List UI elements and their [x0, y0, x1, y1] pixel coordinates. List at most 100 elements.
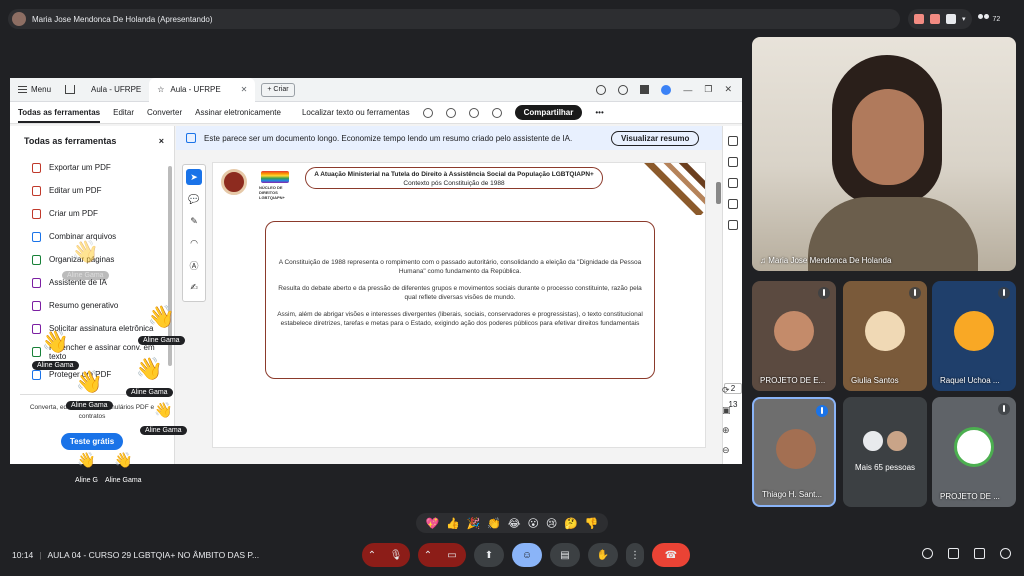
chevron-down-icon[interactable]: ▾	[962, 15, 966, 23]
reactions-button[interactable]: ☺	[512, 543, 542, 567]
thumbs-up-reaction[interactable]: 👍	[446, 517, 460, 530]
screen-share-icon[interactable]	[946, 14, 956, 24]
tool-edit-pdf[interactable]: Editar um PDF	[10, 179, 174, 202]
clap-reaction[interactable]: 👏	[487, 517, 501, 530]
view-summary-button[interactable]: Visualizar resumo	[611, 130, 700, 146]
camera-off-button[interactable]: ▭	[438, 543, 466, 567]
tab-convert[interactable]: Converter	[147, 108, 182, 117]
audio-icon[interactable]	[445, 107, 456, 118]
zoom-in-icon[interactable]: ⊕	[722, 425, 731, 436]
search-icon[interactable]	[422, 107, 433, 118]
bell-icon[interactable]	[618, 84, 629, 95]
close-tab-icon[interactable]: ✕	[241, 85, 248, 94]
link-icon[interactable]	[491, 107, 502, 118]
stamp-icon[interactable]: ✍	[186, 279, 202, 295]
copy-icon[interactable]	[727, 199, 738, 209]
speaking-icon	[816, 405, 828, 417]
browser-tab-active[interactable]: ☆ Aula - UFRPE ✕	[149, 78, 256, 102]
heart-reaction[interactable]: 💖	[425, 517, 439, 530]
activities-icon[interactable]	[974, 548, 985, 559]
close-window-icon[interactable]: ✕	[724, 84, 732, 95]
comments-panel-icon[interactable]	[727, 136, 738, 146]
share-button[interactable]: Compartilhar	[514, 105, 583, 120]
participant-tile[interactable]: Raquel Uchoa ...	[932, 281, 1016, 391]
ai-summary-banner: Este parece ser um documento longo. Econ…	[176, 126, 742, 150]
info-icon[interactable]	[922, 548, 933, 559]
zoom-out-icon[interactable]: ⊖	[722, 445, 731, 456]
cursor-icon[interactable]: ➤	[186, 169, 202, 185]
presentation-controls[interactable]: ▾	[908, 9, 972, 29]
browser-menu[interactable]: Menu	[10, 85, 59, 94]
participant-tile-speaking[interactable]: Thiago H. Sant...	[752, 397, 836, 507]
participant-count[interactable]: 72	[977, 14, 1000, 24]
tool-export-pdf[interactable]: Exportar um PDF	[10, 156, 174, 179]
avatar	[954, 311, 994, 351]
text-select-icon[interactable]: Ⓐ	[186, 257, 202, 273]
upload-icon[interactable]	[468, 107, 479, 118]
leave-call-button[interactable]: ☎	[652, 543, 690, 567]
account-icon[interactable]	[661, 84, 672, 95]
help-icon[interactable]	[596, 84, 607, 95]
paragraph: A Constituição de 1988 representa o romp…	[278, 259, 642, 275]
wave-icon: 👋	[153, 402, 173, 419]
record-icon[interactable]	[914, 14, 924, 24]
raise-hand-button[interactable]: ✋	[588, 543, 618, 567]
tile-name: ♫ Maria Jose Mendonca De Holanda	[760, 256, 892, 265]
camera-options-chevron-icon[interactable]: ⌃	[418, 543, 438, 567]
mic-options-chevron-icon[interactable]: ⌃	[362, 543, 382, 567]
presenter-bar[interactable]: Maria Jose Mendonca De Holanda (Apresent…	[8, 9, 900, 29]
tab-esign[interactable]: Assinar eletronicamente	[195, 108, 281, 117]
party-reaction[interactable]: 🎉	[467, 517, 481, 530]
browser-tab[interactable]: Aula - UFRPE	[83, 78, 149, 102]
new-tab-button[interactable]: + Criar	[261, 82, 295, 97]
host-controls-icon[interactable]	[1000, 548, 1011, 559]
avatar	[885, 429, 909, 453]
pen-icon[interactable]: ✎	[186, 213, 202, 229]
attachment-icon[interactable]	[727, 220, 738, 230]
main-video-tile[interactable]: ♫ Maria Jose Mendonca De Holanda	[752, 37, 1016, 271]
participant-tile[interactable]: PROJETO DE E...	[752, 281, 836, 391]
chat-icon[interactable]	[948, 548, 959, 559]
tab-all-tools[interactable]: Todas as ferramentas	[18, 108, 101, 123]
search-tools-label[interactable]: Localizar texto ou ferramentas	[302, 108, 410, 117]
document-scrollbar[interactable]	[716, 182, 721, 204]
participant-tile[interactable]: PROJETO DE ...	[932, 397, 1016, 507]
participant-tile[interactable]: Giulia Santos	[843, 281, 927, 391]
minimize-icon[interactable]: —	[683, 85, 692, 95]
more-participants-tile[interactable]: Mais 65 pessoas	[843, 397, 927, 507]
meet-screen: Maria Jose Mendonca De Holanda (Apresent…	[0, 0, 1024, 576]
comment-icon[interactable]: 💬	[186, 191, 202, 207]
surprised-reaction[interactable]: 😮	[527, 517, 538, 530]
bookmark-icon[interactable]	[727, 178, 738, 188]
mic-off-icon	[818, 287, 830, 299]
captions-button[interactable]: ▤	[550, 543, 580, 567]
tool-create-pdf[interactable]: Criar um PDF	[10, 202, 174, 225]
sad-reaction[interactable]: 😢	[546, 517, 557, 530]
page-select-icon[interactable]: ▣	[722, 405, 731, 416]
laugh-reaction[interactable]: 😂	[508, 517, 521, 530]
thumbs-down-reaction[interactable]: 👎	[585, 517, 599, 530]
apps-icon[interactable]	[640, 85, 650, 94]
participant-video	[776, 429, 816, 469]
present-button[interactable]: ⬆	[474, 543, 504, 567]
lasso-icon[interactable]: ◠	[186, 235, 202, 251]
more-options-button[interactable]: ⋮	[626, 543, 644, 567]
create-pdf-icon	[32, 208, 41, 219]
home-icon[interactable]	[65, 85, 76, 94]
free-trial-button[interactable]: Teste grátis	[61, 433, 123, 450]
tab-edit[interactable]: Editar	[113, 108, 134, 117]
stop-presenting-icon[interactable]	[930, 14, 940, 24]
restore-icon[interactable]: ❐	[704, 84, 712, 95]
mic-off-icon	[998, 287, 1010, 299]
camera-control: ⌃ ▭	[418, 543, 466, 567]
tools-panel-header: Todas as ferramentas ×	[10, 126, 174, 156]
close-icon[interactable]: ×	[159, 136, 164, 146]
wave-icon: 👋	[41, 329, 69, 354]
ai-chat-icon[interactable]	[727, 157, 738, 167]
decorative-stripes	[644, 163, 705, 215]
mic-off-button[interactable]: 🎙	[382, 543, 410, 567]
thinking-reaction[interactable]: 🤔	[564, 517, 578, 530]
meeting-info: 10:14 | AULA 04 - CURSO 29 LGBTQIA+ NO ÂMB…	[12, 550, 260, 560]
rotate-icon[interactable]: ⟳	[722, 385, 731, 396]
more-options-icon[interactable]: •••	[595, 108, 603, 117]
